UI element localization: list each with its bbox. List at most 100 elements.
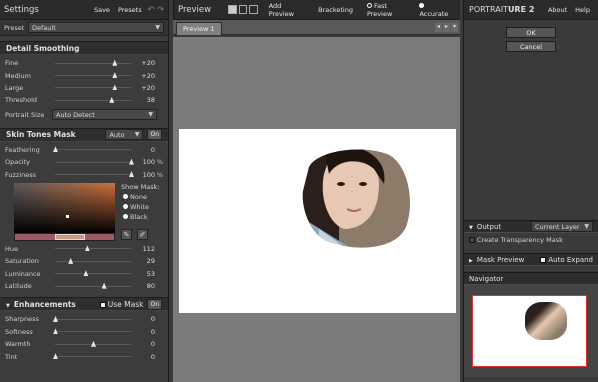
- enhancements-header[interactable]: ▼ Enhancements Use Mask On: [0, 297, 168, 312]
- enhancements-on-toggle[interactable]: On: [147, 298, 162, 310]
- enh-softness-slider[interactable]: [53, 328, 131, 335]
- portraiture-window: Settings Save Presets ↶ ↷ Preset Default…: [0, 0, 598, 382]
- ok-button[interactable]: OK: [506, 27, 556, 38]
- scroll-left-icon[interactable]: ◂: [435, 22, 442, 32]
- redo-icon[interactable]: ↷: [157, 5, 164, 14]
- accurate-radio[interactable]: Accurate: [416, 0, 456, 20]
- skin-feathering-label: Feathering: [5, 145, 40, 154]
- slider-knob[interactable]: [112, 72, 118, 79]
- slider-knob[interactable]: [112, 84, 118, 91]
- scroll-right-icon[interactable]: ▸: [443, 22, 450, 32]
- detail-threshold-row: Threshold 38: [0, 94, 168, 106]
- split-horizontal-icon[interactable]: [238, 5, 248, 14]
- undo-icon[interactable]: ↶: [148, 5, 155, 14]
- output-dropdown[interactable]: Current Layer ▼: [531, 221, 593, 232]
- slider-knob[interactable]: [101, 282, 107, 289]
- preview-toolbar: Preview Add Preview Bracketing Fast Prev…: [173, 0, 460, 20]
- help-button[interactable]: Help: [572, 4, 593, 16]
- enh-sharpness-slider[interactable]: [53, 315, 131, 322]
- slider-knob[interactable]: [53, 315, 58, 322]
- enh-warmth-row: Warmth 0: [0, 338, 168, 350]
- chevron-down-icon: ▼: [584, 223, 589, 230]
- slider-knob[interactable]: [112, 59, 118, 66]
- output-header[interactable]: ▼ Output Current Layer ▼: [464, 220, 598, 233]
- navigator-header[interactable]: Navigator: [464, 272, 598, 285]
- presets-button[interactable]: Presets: [115, 4, 145, 16]
- slider-knob[interactable]: [109, 96, 115, 103]
- detail-threshold-value: 38: [146, 96, 155, 105]
- single-view-icon[interactable]: [228, 5, 237, 14]
- cancel-button[interactable]: Cancel: [506, 41, 556, 52]
- mask-preview-header[interactable]: ▶ Mask Preview Auto Expand: [464, 253, 598, 266]
- skin-opacity-label: Opacity: [5, 158, 31, 167]
- skin-color-swatch[interactable]: [14, 182, 115, 233]
- portrait-size-row: Portrait Size Auto Detect ▼: [0, 107, 168, 123]
- preview-title: Preview: [178, 4, 212, 15]
- skin-mask-on-toggle[interactable]: On: [147, 129, 162, 141]
- about-button[interactable]: About: [545, 4, 570, 16]
- detail-large-value: +20: [141, 83, 155, 92]
- show-mask-white[interactable]: White: [121, 203, 160, 211]
- slider-knob[interactable]: [53, 328, 58, 335]
- slider-knob[interactable]: [129, 171, 134, 178]
- enhancements-title: Enhancements: [13, 299, 76, 309]
- detail-smoothing-header[interactable]: Detail Smoothing: [0, 41, 168, 55]
- preset-value: Default: [32, 23, 56, 32]
- skin-feathering-slider[interactable]: [53, 146, 131, 153]
- skin-hue-row: Hue 112: [0, 243, 168, 255]
- enh-sharpness-label: Sharpness: [5, 315, 39, 324]
- skin-opacity-slider[interactable]: [55, 158, 134, 165]
- portrait-size-label: Portrait Size: [5, 110, 45, 119]
- save-button[interactable]: Save: [91, 4, 113, 16]
- slider-knob[interactable]: [68, 257, 74, 264]
- eyedropper-plus-icon[interactable]: ✐: [137, 228, 148, 240]
- skin-opacity-unit: %: [156, 158, 163, 167]
- preview-canvas[interactable]: [173, 37, 460, 382]
- fast-preview-radio[interactable]: Fast Preview: [364, 0, 414, 20]
- show-mask-none[interactable]: None: [121, 193, 160, 201]
- slider-knob[interactable]: [53, 353, 58, 360]
- auto-expand-checkbox[interactable]: Auto Expand: [540, 256, 593, 264]
- color-picker-cursor[interactable]: [66, 214, 69, 218]
- slider-knob[interactable]: [84, 245, 90, 252]
- skin-latitude-row: Latitude 80: [0, 280, 168, 292]
- detail-large-slider[interactable]: [55, 84, 131, 91]
- enh-tint-slider[interactable]: [53, 353, 131, 360]
- hue-range-marker[interactable]: [55, 233, 85, 240]
- detail-threshold-slider[interactable]: [55, 96, 131, 103]
- skin-fuzziness-slider[interactable]: [55, 171, 134, 178]
- enh-warmth-label: Warmth: [5, 340, 31, 349]
- skin-hue-label: Hue: [5, 244, 19, 253]
- skin-latitude-label: Latitude: [5, 282, 32, 291]
- tab-menu-icon[interactable]: ▾: [451, 22, 458, 32]
- skin-tones-mask-header[interactable]: Skin Tones Mask Auto ▼ On: [0, 127, 168, 142]
- portrait-photo: [302, 149, 411, 248]
- slider-knob[interactable]: [129, 158, 134, 165]
- navigator-thumbnail[interactable]: [472, 295, 587, 367]
- skin-fuzziness-value: 100: [142, 170, 155, 179]
- detail-fine-row: Fine +20: [0, 57, 168, 69]
- skin-luminance-slider[interactable]: [55, 270, 131, 277]
- slider-knob[interactable]: [53, 146, 58, 153]
- bracketing-button[interactable]: Bracketing: [315, 4, 356, 16]
- slider-knob[interactable]: [83, 270, 89, 277]
- mask-mode-dropdown[interactable]: Auto ▼: [105, 129, 144, 141]
- skin-hue-slider[interactable]: [55, 245, 131, 252]
- show-mask-group: Show Mask: None White Black: [121, 183, 160, 221]
- skin-hue-bar[interactable]: [14, 232, 115, 241]
- show-mask-black[interactable]: Black: [121, 213, 160, 221]
- detail-medium-slider[interactable]: [55, 72, 131, 79]
- slider-knob[interactable]: [91, 340, 96, 347]
- tab-preview-1[interactable]: Preview 1: [176, 21, 222, 35]
- preset-dropdown[interactable]: Default ▼: [28, 22, 164, 33]
- skin-saturation-slider[interactable]: [55, 257, 131, 264]
- eyedropper-icon[interactable]: ✎: [121, 228, 132, 240]
- detail-fine-slider[interactable]: [55, 59, 131, 66]
- use-mask-checkbox[interactable]: Use Mask: [99, 300, 143, 309]
- portrait-size-dropdown[interactable]: Auto Detect ▼: [52, 109, 157, 121]
- skin-latitude-slider[interactable]: [55, 282, 131, 289]
- create-transparency-mask-checkbox[interactable]: Create Transparency Mask: [464, 233, 598, 247]
- add-preview-button[interactable]: Add Preview: [266, 0, 309, 20]
- split-vertical-icon[interactable]: [249, 5, 258, 14]
- enh-warmth-slider[interactable]: [55, 340, 131, 347]
